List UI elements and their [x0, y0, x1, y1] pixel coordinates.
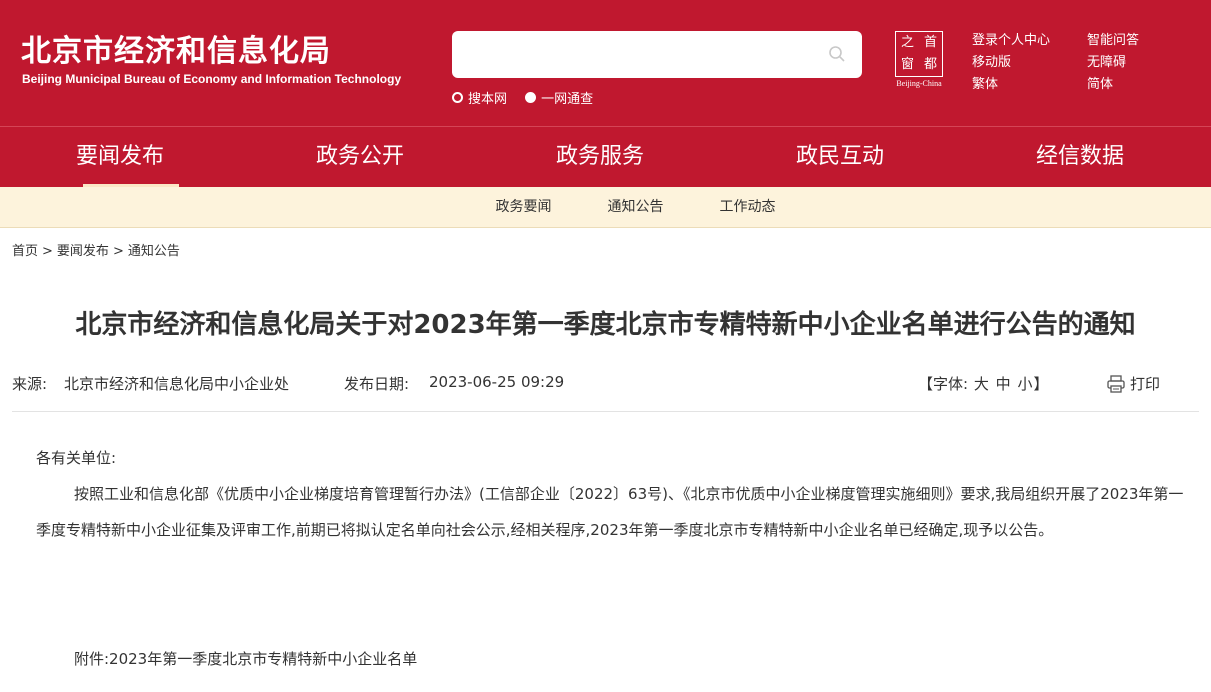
- nav-interaction[interactable]: 政民互动: [720, 127, 960, 187]
- nav-news-release[interactable]: 要闻发布: [0, 127, 240, 187]
- font-size-large[interactable]: 大: [974, 375, 989, 393]
- link-personal-center[interactable]: 登录个人中心: [972, 30, 1050, 52]
- breadcrumb-notices[interactable]: 通知公告: [128, 244, 180, 259]
- breadcrumb-home[interactable]: 首页: [12, 244, 38, 259]
- article-body: 各有关单位: 按照工业和信息化部《优质中小企业梯度培育管理暂行办法》(工信部企业…: [36, 440, 1186, 548]
- font-size-small[interactable]: 小: [1017, 375, 1032, 393]
- subnav-work-updates[interactable]: 工作动态: [720, 187, 776, 227]
- date-label: 发布日期:: [344, 375, 410, 393]
- article-meta: 来源: 北京市经济和信息化局中小企业处 发布日期: 2023-06-25 09:…: [12, 373, 1199, 412]
- capital-window-logo-icon: 之首 窗都: [895, 31, 943, 77]
- link-smart-qa[interactable]: 智能问答: [1087, 30, 1139, 52]
- site-logo-title[interactable]: 北京市经济和信息化局: [21, 26, 331, 70]
- nav-data[interactable]: 经信数据: [960, 127, 1200, 187]
- printer-icon: [1107, 374, 1125, 393]
- search-scope-site[interactable]: 搜本网: [452, 88, 507, 107]
- salutation: 各有关单位:: [36, 449, 117, 467]
- capital-window-badge[interactable]: 之首 窗都 Beijing-China: [893, 31, 945, 89]
- search-icon[interactable]: [828, 45, 846, 63]
- main-nav: 要闻发布 政务公开 政务服务 政民互动 经信数据: [0, 126, 1211, 187]
- breadcrumb-separator: >: [112, 244, 124, 259]
- breadcrumb-news-release[interactable]: 要闻发布: [57, 244, 109, 259]
- sub-nav: 政务要闻 通知公告 工作动态: [0, 187, 1211, 228]
- source-value: 北京市经济和信息化局中小企业处: [64, 375, 290, 393]
- breadcrumb-separator: >: [42, 244, 53, 259]
- search-input[interactable]: [464, 39, 818, 71]
- font-size-switcher: 【字体: 大 中 小】: [918, 375, 1049, 393]
- date-value: 2023-06-25 09:29: [429, 373, 565, 391]
- link-simplified-chinese[interactable]: 简体: [1087, 74, 1139, 96]
- search-scope-options: 搜本网 一网通查: [452, 88, 607, 107]
- nav-government-affairs[interactable]: 政务公开: [240, 127, 480, 187]
- link-accessibility[interactable]: 无障碍: [1087, 52, 1139, 74]
- site-header: 北京市经济和信息化局 Beijing Municipal Bureau of E…: [0, 0, 1211, 126]
- article-title: 北京市经济和信息化局关于对2023年第一季度北京市专精特新中小企业名单进行公告的…: [75, 310, 1136, 340]
- font-size-medium[interactable]: 中: [996, 375, 1011, 393]
- radio-unselected-icon: [452, 92, 463, 103]
- radio-selected-icon: [525, 92, 537, 103]
- attachment-link[interactable]: 附件:2023年第一季度北京市专精特新中小企业名单: [74, 646, 417, 672]
- subnav-government-news[interactable]: 政务要闻: [496, 187, 552, 227]
- breadcrumb: 首页 > 要闻发布 > 通知公告: [12, 240, 180, 259]
- body-paragraph: 按照工业和信息化部《优质中小企业梯度培育管理暂行办法》(工信部企业〔2022〕6…: [36, 485, 1184, 539]
- print-button[interactable]: 打印: [1106, 373, 1160, 394]
- link-mobile-version[interactable]: 移动版: [972, 52, 1050, 74]
- site-logo-subtitle: Beijing Municipal Bureau of Economy and …: [22, 72, 402, 86]
- search-box: [452, 31, 862, 78]
- source-label: 来源:: [12, 375, 48, 393]
- search-scope-all[interactable]: 一网通查: [525, 88, 593, 107]
- nav-government-services[interactable]: 政务服务: [480, 127, 720, 187]
- subnav-notices[interactable]: 通知公告: [608, 187, 664, 227]
- link-traditional-chinese[interactable]: 繁体: [972, 74, 1050, 96]
